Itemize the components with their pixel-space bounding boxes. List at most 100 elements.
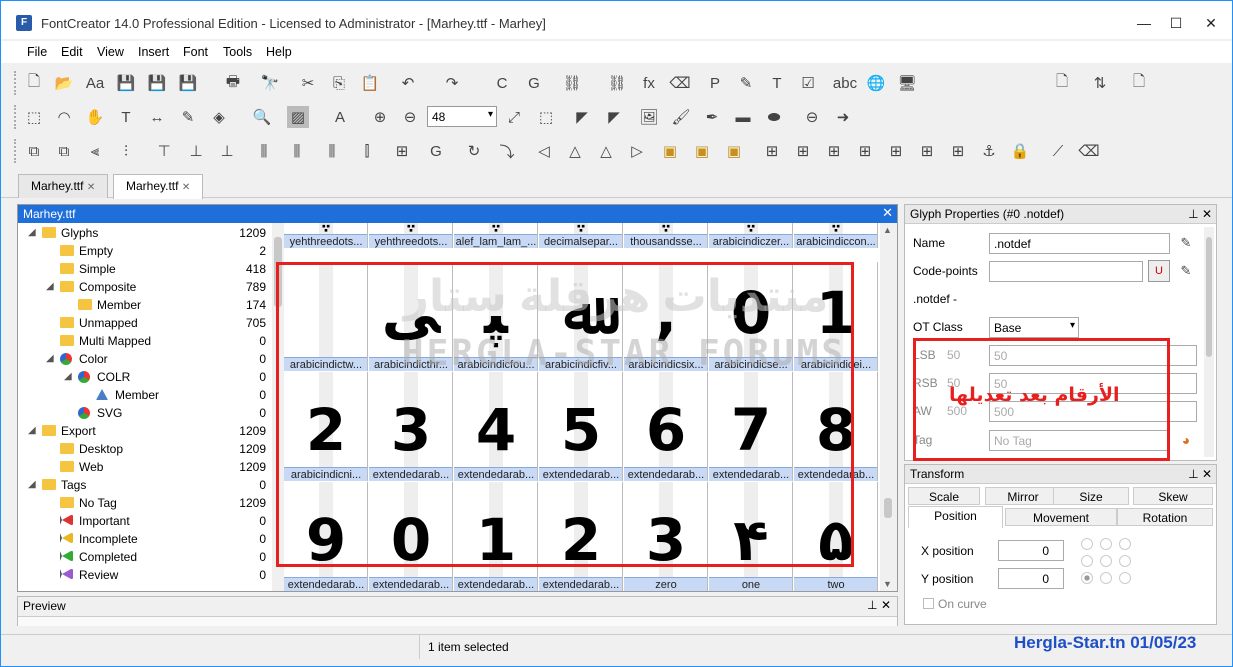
anchor-icon[interactable]: ⚓ (978, 140, 1000, 162)
distribute-h-icon[interactable]: ⫼ (286, 140, 308, 162)
tree-item[interactable]: ◢ Color 0 (18, 350, 268, 368)
align-middle-icon[interactable]: ⊥ (185, 140, 207, 162)
grid7-icon[interactable]: ⊞ (947, 140, 969, 162)
triangle-up-icon[interactable]: △ (595, 140, 617, 162)
tab-rotation[interactable]: Rotation (1117, 508, 1213, 526)
tree-item[interactable]: Member 174 (18, 296, 268, 314)
edit-properties-icon[interactable]: ✎ (735, 72, 757, 94)
fill-icon[interactable]: ◈ (208, 106, 230, 128)
web-abc-icon[interactable]: 🌐 (865, 72, 887, 94)
open-font-icon[interactable]: Aa (84, 72, 106, 94)
glyph-cell[interactable]: 0 arabicindicse... (709, 262, 793, 371)
zoom-in-icon[interactable]: ⊕ (369, 106, 391, 128)
triangle-icon[interactable]: △ (564, 140, 586, 162)
glyph-cell[interactable]: 9 extendedarab... (284, 482, 368, 591)
brush-icon[interactable]: 🖌 (670, 106, 692, 128)
zoom-select[interactable]: 48 ▾ (427, 106, 497, 127)
tree-item[interactable]: Desktop 1209 (18, 440, 268, 458)
eraser-icon[interactable]: ⌫ (669, 72, 691, 94)
tree-item[interactable]: Important 0 (18, 512, 268, 530)
align-left-icon[interactable]: ⫷ (84, 140, 106, 162)
subtract-icon[interactable]: ▣ (723, 140, 745, 162)
minimize-button[interactable]: — (1129, 11, 1159, 35)
find-icon[interactable]: 🔭 (259, 72, 281, 94)
glyph-cell[interactable]: 3 extendedarab... (369, 372, 453, 481)
grid4-icon[interactable]: ⊞ (854, 140, 876, 162)
clear-icon[interactable]: ⌫ (1078, 140, 1100, 162)
properties-icon[interactable]: P (704, 72, 726, 94)
tree-scrollbar-thumb[interactable] (274, 237, 282, 307)
glyph-cell[interactable]: ﯽ arabicindicthr... (369, 262, 453, 371)
grid3-icon[interactable]: ⊞ (823, 140, 845, 162)
intersect-icon[interactable]: ▣ (691, 140, 713, 162)
pointer-icon[interactable]: ◤ (571, 106, 593, 128)
lock-icon[interactable]: 🔒 (1009, 140, 1031, 162)
glyph-cell[interactable]: ۴ one (709, 482, 793, 591)
tree-item[interactable]: Unmapped 705 (18, 314, 268, 332)
name-field[interactable]: .notdef (989, 233, 1170, 254)
new-document-icon[interactable]: 🗋 (1051, 72, 1073, 94)
menu-font[interactable]: Font (183, 45, 208, 59)
glyph-cell[interactable]: 4 extendedarab... (454, 372, 538, 481)
grid6-icon[interactable]: ⊞ (916, 140, 938, 162)
expand-icon[interactable]: ◢ (28, 479, 36, 490)
rectangle-icon[interactable]: ▬ (732, 106, 754, 128)
glyph-cell[interactable]: 0 extendedarab... (369, 482, 453, 591)
space-icon[interactable]: ⫿ (356, 140, 378, 162)
unlink-icon[interactable]: ⛓ (606, 72, 628, 94)
y-position-field[interactable]: 0 (998, 568, 1064, 589)
anchor-dot[interactable] (1119, 538, 1131, 550)
tree-item[interactable]: Empty 2 (18, 242, 268, 260)
glyph-cell[interactable]: 6 extendedarab... (624, 372, 708, 481)
next-icon[interactable]: ➜ (832, 106, 854, 128)
zoom-out-icon[interactable]: ⊖ (399, 106, 421, 128)
anchor-point-grid[interactable] (1081, 538, 1141, 590)
new-font-icon[interactable]: 🗋 (23, 72, 45, 94)
scroll-up-icon[interactable]: ▲ (883, 225, 892, 235)
scroll-down-icon[interactable]: ▼ (883, 579, 892, 589)
tree-item[interactable]: Simple 418 (18, 260, 268, 278)
expand-icon[interactable]: ◢ (64, 371, 72, 382)
zoom-selection-icon[interactable]: ⬚ (535, 106, 557, 128)
tree-item[interactable]: Completed 0 (18, 548, 268, 566)
menu-edit[interactable]: Edit (61, 45, 83, 59)
pin-close-icons[interactable]: ⊥ ✕ (867, 598, 891, 612)
previous-icon[interactable]: ⊖ (801, 106, 823, 128)
tree-item[interactable]: Web 1209 (18, 458, 268, 476)
anchor-dot[interactable] (1100, 572, 1112, 584)
redo-icon[interactable]: ↷ (441, 72, 463, 94)
glyph-cell[interactable]: ﭙ arabicindiczer... (709, 223, 793, 248)
rotate-icon[interactable]: ↻ (463, 140, 485, 162)
image-search-icon[interactable]: 🔍 (251, 106, 273, 128)
print-icon[interactable]: 🖶 (222, 72, 244, 94)
glyph-g-icon[interactable]: G (425, 140, 447, 162)
tab-skew[interactable]: Skew (1133, 487, 1213, 505)
menu-insert[interactable]: Insert (138, 45, 169, 59)
install-font-icon[interactable]: 🖥 (896, 72, 918, 94)
tree-item[interactable]: ◢ Glyphs 1209 (18, 224, 268, 242)
x-position-field[interactable]: 0 (998, 540, 1064, 561)
codepoints-field[interactable] (989, 261, 1143, 282)
pen-icon[interactable]: ✒ (701, 106, 723, 128)
pin-close-icons[interactable]: ⊥ ✕ (1188, 467, 1212, 481)
tree-item[interactable]: ◢ Composite 789 (18, 278, 268, 296)
close-window-button[interactable]: ✕ (1196, 11, 1226, 35)
anchor-dot[interactable] (1081, 538, 1093, 550)
save-as-icon[interactable]: 💾 (146, 72, 168, 94)
glyph-cell[interactable]: 1 extendedarab... (454, 482, 538, 591)
distribute-v-icon[interactable]: ⫼ (321, 140, 343, 162)
wand2-icon[interactable]: ✎ (1175, 260, 1197, 282)
export-font-icon[interactable]: 💾 (177, 72, 199, 94)
center-icon[interactable]: ⊞ (391, 140, 413, 162)
knife-icon[interactable]: ✎ (177, 106, 199, 128)
close-icon[interactable]: ✕ (182, 182, 190, 193)
formula-icon[interactable]: fx (638, 72, 660, 94)
grid-scrollbar[interactable]: ▲ ▼ (880, 223, 897, 591)
glyph-cell[interactable]: ﭙ thousandsse... (624, 223, 708, 248)
union-icon[interactable]: ▣ (659, 140, 681, 162)
menu-file[interactable]: File (27, 45, 47, 59)
distribute-icon[interactable]: ⫼ (253, 140, 275, 162)
grid2-icon[interactable]: ⊞ (792, 140, 814, 162)
tab-marhey-1[interactable]: Marhey.ttf ✕ (18, 174, 109, 198)
hand-icon[interactable]: ✋ (84, 106, 106, 128)
